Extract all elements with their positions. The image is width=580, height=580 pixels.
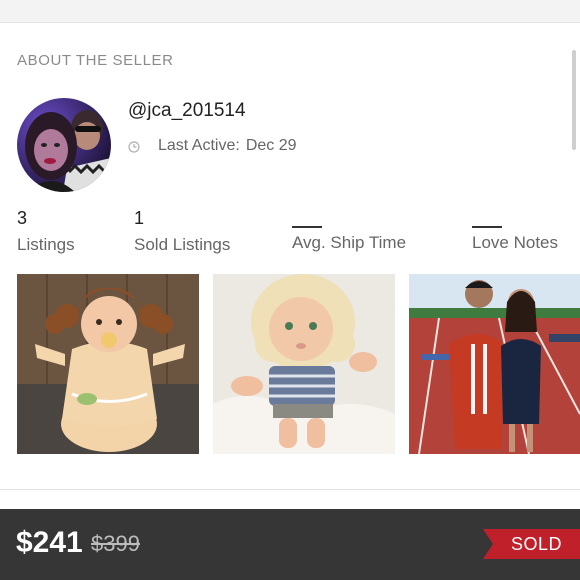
clock-icon (128, 140, 140, 153)
seller-username[interactable]: @jca_201514 (128, 100, 246, 122)
listing-photo[interactable] (213, 274, 395, 454)
listing-photo[interactable] (409, 274, 580, 454)
top-divider (0, 0, 580, 23)
section-title: ABOUT THE SELLER (17, 52, 174, 69)
scrollbar[interactable] (572, 50, 576, 150)
sale-price: $241 (16, 526, 83, 559)
last-active-label: Last Active: (158, 137, 240, 154)
stat-sold-listings[interactable]: 1 Sold Listings (134, 208, 230, 255)
doll-with-blonde-hair-photo (213, 274, 395, 454)
sold-badge-label: SOLD (510, 533, 563, 554)
sold-badge: SOLD (483, 529, 580, 559)
last-active-row: Last Active: Dec 29 (128, 137, 297, 155)
stat-avg-ship-time: Avg. Ship Time (292, 208, 406, 253)
stat-label: Listings (17, 235, 75, 254)
original-price: $399 (91, 531, 140, 556)
listing-photos-strip (0, 272, 580, 456)
stat-label: Love Notes (472, 233, 558, 252)
empty-value-dash (472, 226, 502, 228)
empty-value-dash (292, 226, 322, 228)
stat-love-notes[interactable]: Love Notes (472, 208, 558, 253)
stat-label: Sold Listings (134, 235, 231, 254)
about-seller-card: ABOUT THE SELLER @jca_201514 Last Active… (0, 24, 580, 490)
stat-listings[interactable]: 3 Listings (17, 208, 75, 255)
stat-value: 1 (134, 208, 145, 228)
seller-avatar[interactable] (17, 98, 111, 192)
stat-value: 3 (17, 208, 28, 228)
doll-with-brown-curly-hair-photo (17, 274, 199, 454)
graduation-couple-photo (409, 274, 580, 454)
last-active-date: Dec 29 (245, 137, 297, 154)
listing-photo[interactable] (17, 274, 199, 454)
stat-label: Avg. Ship Time (292, 233, 407, 252)
listing-price-bar: $241 $399 SOLD (0, 509, 580, 580)
